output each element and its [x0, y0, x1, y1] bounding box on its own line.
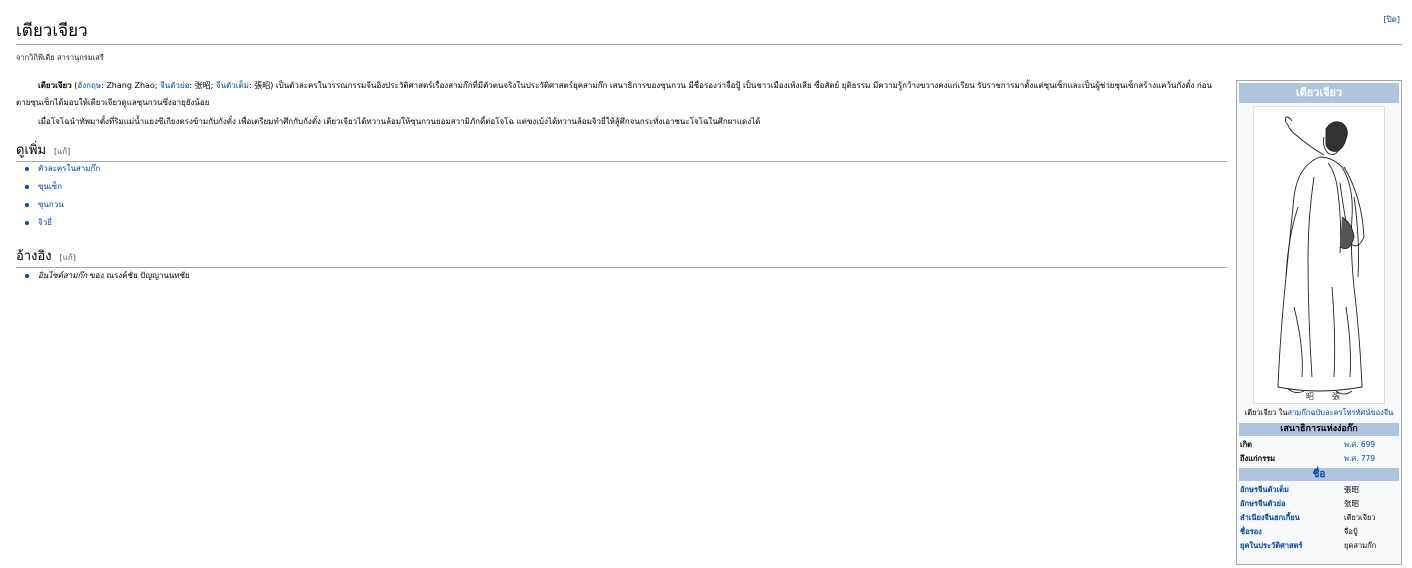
reference-title: อินไซด์สามก๊ก: [38, 271, 88, 280]
infobox-row: ชื่อรอง จื่อปู้: [1237, 525, 1401, 539]
references-heading: อ้างอิง [แก้]: [16, 245, 1227, 268]
infobox-row: ยุคในประวัติศาสตร์ ยุคสามก๊ก: [1237, 539, 1401, 553]
references-list: อินไซด์สามก๊ก ของ ณรงค์ชัย ปัญญานนทชัย: [16, 267, 190, 285]
see-also-item[interactable]: ซุนกวน: [24, 196, 100, 214]
intro-paragraph: เตียวเจียว (อังกฤษ: Zhang Zhao; จีนตัวย่…: [16, 81, 1212, 107]
see-also-link[interactable]: จิวยี่: [38, 218, 52, 227]
infobox-section-title: เสนาธิการแห่งง่อก๊ก: [1239, 423, 1399, 436]
see-also-link[interactable]: ซุนกวน: [38, 200, 64, 209]
see-also-link[interactable]: ซุนเซ็ก: [38, 182, 62, 191]
svg-text:張: 張: [1332, 392, 1340, 401]
infobox-key-link[interactable]: สำเนียงจีนฮกเกี้ยน: [1240, 511, 1344, 525]
infobox-row: เกิด พ.ศ. 699: [1237, 438, 1401, 452]
traditional-link[interactable]: จีนตัวเต็ม: [216, 81, 249, 90]
see-also-item[interactable]: ตัวละครในสามก๊ก: [24, 160, 100, 178]
reference-author: ของ ณรงค์ชัย ปัญญานนทชัย: [87, 271, 190, 280]
infobox-key: เกิด: [1240, 440, 1252, 449]
infobox-value: จื่อปู้: [1344, 527, 1358, 536]
infobox-title: เตียวเจียว: [1239, 83, 1399, 103]
infobox-value-link[interactable]: พ.ศ. 779: [1344, 452, 1398, 466]
infobox-row: ถึงแก่กรรม พ.ศ. 779: [1237, 452, 1401, 466]
infobox-value: 張昭: [1344, 485, 1359, 494]
see-also-edit-link[interactable]: [แก้]: [54, 147, 70, 156]
infobox-names-title: ชื่อ: [1239, 468, 1399, 481]
close-link[interactable]: [ปิด]: [1383, 13, 1400, 26]
portrait-caption: เตียวเจียว ในสามก๊กฉบับละครโทรทัศน์ของจี…: [1237, 404, 1401, 421]
see-also-link[interactable]: ตัวละครในสามก๊ก: [38, 164, 100, 173]
infobox-key-link[interactable]: อักษรจีนตัวเต็ม: [1240, 483, 1344, 497]
see-also-item[interactable]: ซุนเซ็ก: [24, 178, 100, 196]
infobox-row: อักษรจีนตัวย่อ 张昭: [1237, 497, 1401, 511]
see-also-list: ตัวละครในสามก๊ก ซุนเซ็ก ซุนกวน จิวยี่: [16, 160, 100, 232]
infobox-key: ถึงแก่กรรม: [1240, 454, 1276, 463]
romanization-value: Zhang Zhao: [106, 81, 155, 90]
traditional-value: 張昭: [254, 81, 271, 90]
see-also-heading: ดูเพิ่ม [แก้]: [16, 139, 1227, 162]
simplified-link[interactable]: จีนตัวย่อ: [160, 81, 189, 90]
infobox-value: ยุคสามก๊ก: [1344, 541, 1377, 550]
references-edit-link[interactable]: [แก้]: [60, 253, 76, 262]
caption-link[interactable]: สามก๊กฉบับละครโทรทัศน์ของจีน: [1288, 408, 1394, 417]
portrait-illustration-icon: 昭 張: [1277, 116, 1365, 401]
reference-item: อินไซด์สามก๊ก ของ ณรงค์ชัย ปัญญานนทชัย: [25, 267, 190, 285]
tagline: จากวิกิพีเดีย สารานุกรมเสรี: [16, 53, 104, 62]
infobox-value-link[interactable]: พ.ศ. 699: [1344, 438, 1398, 452]
infobox-row: อักษรจีนตัวเต็ม 張昭: [1237, 483, 1401, 497]
simplified-value: 张昭: [194, 81, 211, 90]
infobox: เตียวเจียว 昭 張 เตียวเจียว ในสามก๊กฉบับละ…: [1236, 80, 1402, 565]
page-title: เตียวเจียว: [16, 21, 88, 41]
article-body: เตียวเจียว (อังกฤษ: Zhang Zhao; จีนตัวย่…: [16, 77, 1226, 132]
title-divider: [16, 44, 1402, 45]
subject-name: เตียวเจียว: [38, 81, 72, 90]
see-also-title: ดูเพิ่ม: [16, 143, 47, 158]
references-title: อ้างอิง: [16, 249, 52, 264]
infobox-key-link[interactable]: ชื่อรอง: [1240, 525, 1344, 539]
caption-text: เตียวเจียว ใน: [1244, 408, 1288, 417]
infobox-value: เตียวเจียว: [1344, 513, 1376, 522]
infobox-value: 张昭: [1344, 499, 1359, 508]
romanization-link[interactable]: อังกฤษ: [77, 81, 101, 90]
see-also-item[interactable]: จิวยี่: [24, 214, 100, 232]
svg-text:昭: 昭: [1306, 392, 1314, 401]
infobox-row: สำเนียงจีนฮกเกี้ยน เตียวเจียว: [1237, 511, 1401, 525]
infobox-key-link[interactable]: อักษรจีนตัวย่อ: [1240, 497, 1344, 511]
portrait-image[interactable]: 昭 張: [1253, 106, 1385, 404]
infobox-key-link[interactable]: ยุคในประวัติศาสตร์: [1240, 539, 1344, 553]
second-paragraph: เมื่อโจโฉนำทัพมาตั้งที่ริมแม่น้ำแยงซีเกี…: [38, 117, 761, 126]
